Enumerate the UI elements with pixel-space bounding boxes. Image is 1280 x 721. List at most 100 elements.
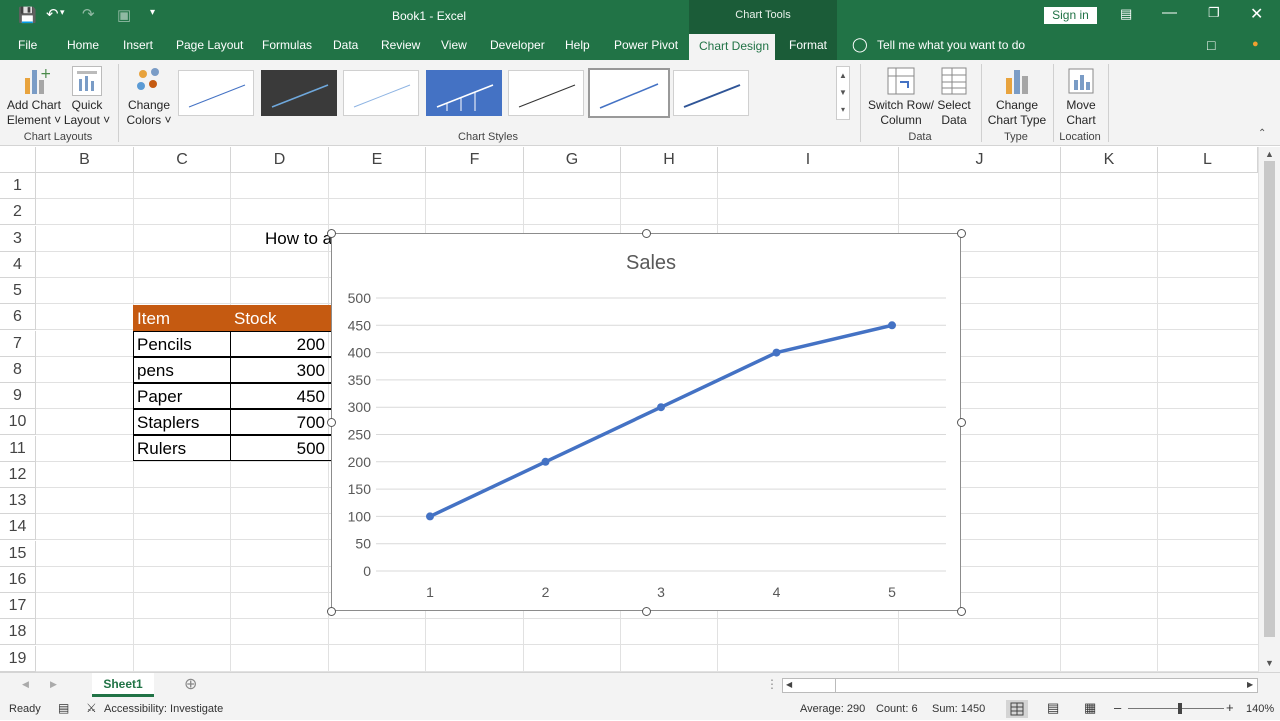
macro-record-icon[interactable]: ▤ bbox=[58, 701, 69, 715]
column-header[interactable]: F bbox=[426, 147, 524, 173]
chart-resize-handle[interactable] bbox=[957, 607, 966, 616]
close-icon[interactable]: ✕ bbox=[1250, 4, 1263, 24]
tab-home[interactable]: Home bbox=[67, 32, 99, 60]
chart-style-1[interactable] bbox=[178, 70, 254, 116]
collapse-ribbon-icon[interactable]: ⌃ bbox=[1258, 128, 1266, 139]
normal-view-icon[interactable] bbox=[1006, 700, 1028, 718]
row-header[interactable]: 19 bbox=[0, 646, 36, 672]
chart-style-6-selected[interactable] bbox=[588, 68, 670, 118]
horizontal-scrollbar[interactable]: ◀ ▶ bbox=[782, 678, 1258, 693]
column-header[interactable]: K bbox=[1061, 147, 1158, 173]
chart-style-4[interactable] bbox=[426, 70, 502, 116]
undo-dropdown-icon[interactable]: ▾ bbox=[60, 7, 65, 18]
chart-resize-handle[interactable] bbox=[327, 607, 336, 616]
table-cell-stock[interactable]: 200 bbox=[230, 331, 336, 357]
customize-icon[interactable]: ▾ bbox=[150, 7, 155, 18]
column-header[interactable]: E bbox=[329, 147, 426, 173]
chart-resize-handle[interactable] bbox=[957, 418, 966, 427]
scroll-down-icon[interactable]: ▼ bbox=[1265, 658, 1274, 668]
row-header[interactable]: 8 bbox=[0, 357, 36, 383]
row-header[interactable]: 15 bbox=[0, 541, 36, 567]
next-sheet-icon[interactable]: ▶ bbox=[50, 679, 57, 690]
tab-insert[interactable]: Insert bbox=[123, 32, 153, 60]
select-data-button[interactable]: Select Data bbox=[936, 98, 972, 128]
chart-style-7[interactable] bbox=[673, 70, 749, 116]
zoom-in-icon[interactable]: + bbox=[1226, 700, 1234, 715]
split-handle-icon[interactable]: ⋮ bbox=[766, 677, 778, 691]
chart-style-3[interactable] bbox=[343, 70, 419, 116]
chart-resize-handle[interactable] bbox=[957, 229, 966, 238]
table-cell-item[interactable]: pens bbox=[133, 357, 231, 383]
tab-power-pivot[interactable]: Power Pivot bbox=[614, 32, 678, 60]
row-header[interactable]: 1 bbox=[0, 173, 36, 199]
tab-help[interactable]: Help bbox=[565, 32, 590, 60]
cell-d3[interactable]: How to a bbox=[265, 226, 332, 252]
row-header[interactable]: 9 bbox=[0, 383, 36, 409]
row-header[interactable]: 10 bbox=[0, 409, 36, 435]
vertical-scroll-thumb[interactable] bbox=[1264, 161, 1275, 637]
sheet-tab-active[interactable]: Sheet1 bbox=[92, 673, 154, 697]
add-sheet-icon[interactable]: ⊕ bbox=[184, 674, 197, 694]
row-header[interactable]: 6 bbox=[0, 304, 36, 330]
data-point[interactable] bbox=[772, 348, 781, 357]
prev-sheet-icon[interactable]: ◀ bbox=[22, 679, 29, 690]
move-chart-icon[interactable] bbox=[1066, 66, 1096, 96]
change-chart-type-icon[interactable] bbox=[1003, 66, 1033, 96]
tab-chart-design[interactable]: Chart Design bbox=[689, 34, 775, 60]
series-line[interactable] bbox=[429, 323, 893, 518]
column-header[interactable]: L bbox=[1158, 147, 1258, 173]
chart-resize-handle[interactable] bbox=[642, 229, 651, 238]
table-cell-item[interactable]: Rulers bbox=[133, 435, 231, 461]
restore-icon[interactable]: ❐ bbox=[1208, 5, 1220, 21]
tab-view[interactable]: View bbox=[441, 32, 467, 60]
chart-style-5[interactable] bbox=[508, 70, 584, 116]
camera-icon[interactable]: ▣ bbox=[117, 6, 131, 24]
select-data-icon[interactable] bbox=[940, 66, 970, 96]
save-icon[interactable]: 💾 bbox=[18, 6, 37, 24]
chart-style-2[interactable] bbox=[261, 70, 337, 116]
row-header[interactable]: 7 bbox=[0, 331, 36, 357]
status-count[interactable]: Count: 6 bbox=[876, 703, 918, 715]
quick-layout-icon[interactable] bbox=[72, 66, 102, 96]
add-chart-element-icon[interactable]: + bbox=[22, 66, 52, 96]
row-header[interactable]: 17 bbox=[0, 593, 36, 619]
column-header[interactable]: G bbox=[524, 147, 621, 173]
tab-formulas[interactable]: Formulas bbox=[262, 32, 312, 60]
table-header-stock[interactable]: Stock bbox=[230, 305, 336, 331]
table-cell-item[interactable]: Paper bbox=[133, 383, 231, 409]
zoom-slider[interactable] bbox=[1128, 708, 1224, 709]
column-header[interactable]: B bbox=[36, 147, 134, 173]
row-header[interactable]: 13 bbox=[0, 488, 36, 514]
chart-styles-scroll[interactable]: ▲ ▼ ▾ bbox=[836, 66, 850, 120]
status-average[interactable]: Average: 290 bbox=[800, 703, 865, 715]
row-header[interactable]: 3 bbox=[0, 226, 36, 252]
accessibility-status[interactable]: Accessibility: Investigate bbox=[104, 703, 223, 715]
table-cell-item[interactable]: Pencils bbox=[133, 331, 231, 357]
quick-layout-button[interactable]: Quick Layout ˅ bbox=[62, 98, 112, 128]
zoom-slider-thumb[interactable] bbox=[1178, 703, 1182, 714]
row-header[interactable]: 4 bbox=[0, 252, 36, 278]
add-chart-element-button[interactable]: Add Chart Element ˅ bbox=[6, 98, 62, 128]
column-header[interactable]: H bbox=[621, 147, 718, 173]
table-cell-stock[interactable]: 700 bbox=[230, 409, 336, 435]
page-break-view-icon[interactable]: ▦ bbox=[1084, 700, 1096, 716]
move-chart-button[interactable]: Move Chart bbox=[1058, 98, 1104, 128]
change-colors-button[interactable]: Change Colors ˅ bbox=[124, 98, 174, 128]
tab-developer[interactable]: Developer bbox=[490, 32, 545, 60]
scroll-right-icon[interactable]: ▶ bbox=[1247, 680, 1253, 689]
ribbon-display-icon[interactable]: ▤ bbox=[1120, 6, 1132, 22]
scroll-up-icon[interactable]: ▲ bbox=[1265, 149, 1274, 159]
row-header[interactable]: 5 bbox=[0, 278, 36, 304]
column-header[interactable]: C bbox=[134, 147, 231, 173]
comments-icon[interactable]: □ bbox=[1207, 37, 1215, 53]
column-header[interactable]: I bbox=[718, 147, 899, 173]
row-header[interactable]: 16 bbox=[0, 567, 36, 593]
page-layout-view-icon[interactable]: ▤ bbox=[1047, 700, 1059, 716]
chart-resize-handle[interactable] bbox=[327, 229, 336, 238]
chart-resize-handle[interactable] bbox=[642, 607, 651, 616]
accessibility-icon[interactable]: ⚔ bbox=[86, 701, 97, 715]
zoom-level[interactable]: 140% bbox=[1246, 703, 1274, 715]
tab-format[interactable]: Format bbox=[789, 38, 827, 52]
table-cell-stock[interactable]: 300 bbox=[230, 357, 336, 383]
data-point[interactable] bbox=[426, 512, 434, 521]
